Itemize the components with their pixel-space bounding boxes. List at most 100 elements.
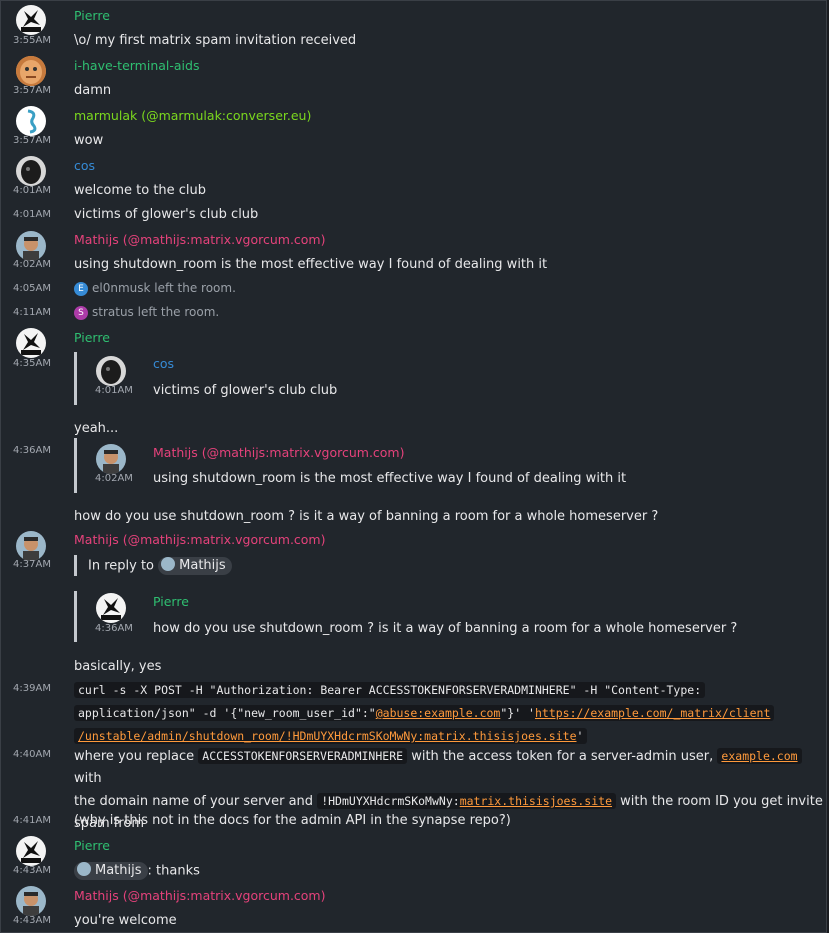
code-text: application/json" -d '{"new_room_user_id… [78,706,376,720]
user-pill-label: Mathijs [95,863,142,878]
in-reply-to-label: In reply to [88,558,155,574]
user-pill[interactable]: Mathijs [158,557,232,575]
sender-name[interactable]: cos [74,158,95,173]
inline-code: application/json" -d '{"new_room_user_id… [74,705,775,721]
body-line-1: where you replace ACCESSTOKENFORSERVERAD… [74,745,824,790]
timestamp[interactable]: 4:37AM [8,559,56,570]
timestamp[interactable]: 4:41AM [8,815,56,826]
cos-avatar[interactable] [96,356,126,386]
cos-avatar[interactable] [16,156,46,186]
code-line-2: application/json" -d '{"new_room_user_id… [74,702,814,725]
mathijs-pill-avatar [161,557,176,571]
sender-name[interactable]: Pierre [74,330,110,345]
mathijs-avatar[interactable] [16,531,46,561]
message-body: \o/ my first matrix spam invitation rece… [74,33,357,48]
marmulak-avatar[interactable] [16,106,46,136]
quote-bar [74,438,77,493]
message-body: welcome to the club [74,183,207,198]
inline-code: ACCESSTOKENFORSERVERADMINHERE [198,748,408,764]
code-text: "}' ' [500,706,535,720]
timestamp[interactable]: 4:43AM [8,915,56,926]
timestamp[interactable]: 4:01AM [8,185,56,196]
message-body: victims of glower's club club [74,207,259,222]
timestamp[interactable]: 4:35AM [8,358,56,369]
body-text: where you replace [74,749,195,764]
timestamp[interactable]: 4:05AM [8,283,56,294]
quoted-body: how do you use shutdown_room ? is it a w… [153,621,738,636]
user-pill-label: Mathijs [179,558,226,573]
body-text: : thanks [147,863,200,879]
quoted-timestamp[interactable]: 4:02AM [95,473,143,484]
code-link[interactable]: https://example.com/_matrix/client [535,706,770,720]
in-reply-to: In reply to Mathijs [88,557,232,575]
user-pill[interactable]: Mathijs [74,862,148,880]
sender-name[interactable]: Mathijs (@mathijs:matrix.vgorcum.com) [74,532,326,547]
terminal-avatar[interactable] [16,56,46,86]
mathijs-avatar[interactable] [16,231,46,261]
message-body: yeah... [74,421,119,436]
quoted-sender[interactable]: cos [153,356,174,371]
message-body: damn [74,83,112,98]
timestamp[interactable]: 4:36AM [8,445,56,456]
sender-name[interactable]: Mathijs (@mathijs:matrix.vgorcum.com) [74,888,326,903]
body-line-2: the domain name of your server and !HDmU… [74,790,824,813]
inline-code: /unstable/admin/shutdown_room/!HDmUYXHdc… [74,728,588,744]
timestamp[interactable]: 4:11AM [8,307,56,318]
sender-name[interactable]: Mathijs (@mathijs:matrix.vgorcum.com) [74,232,326,247]
timestamp[interactable]: 4:01AM [8,209,56,220]
body-text: the domain name of your server and [74,794,314,809]
sender-name[interactable]: Pierre [74,838,110,853]
timestamp[interactable]: 4:43AM [8,865,56,876]
body-text: with the room ID you get invite [620,794,823,809]
member-avatar[interactable]: S [74,306,88,320]
inline-code: example.com [717,748,802,764]
quoted-timestamp[interactable]: 4:36AM [95,623,143,634]
timestamp[interactable]: 3:57AM [8,135,56,146]
quoted-body: victims of glower's club club [153,383,338,398]
quoted-sender[interactable]: Pierre [153,594,189,609]
message-body: how do you use shutdown_room ? is it a w… [74,509,659,524]
pierre-avatar[interactable] [16,328,46,358]
mathijs-pill-avatar [77,862,91,876]
pierre-avatar[interactable] [96,593,126,623]
message-body: basically, yes [74,659,162,674]
quote-bar [74,555,77,576]
body-text: with [74,771,102,786]
state-event: el0nmusk left the room. [92,281,236,295]
message-body: Mathijs : thanks [74,862,200,880]
inline-code: !HDmUYXHdcrmSKoMwNy:matrix.thisisjoes.si… [317,793,617,809]
code-link[interactable]: /unstable/admin/shutdown_room/!HDmUYXHdc… [78,729,577,743]
timestamp[interactable]: 4:02AM [8,259,56,270]
member-avatar[interactable]: E [74,282,88,296]
code-text: ' [576,729,584,743]
quoted-sender[interactable]: Mathijs (@mathijs:matrix.vgorcum.com) [153,445,405,460]
quoted-timestamp[interactable]: 4:01AM [95,385,143,396]
message-body: using shutdown_room is the most effectiv… [74,257,548,272]
message-body: wow [74,133,104,148]
timestamp[interactable]: 3:57AM [8,85,56,96]
quote-bar [74,591,77,642]
mathijs-avatar[interactable] [16,886,46,916]
code-link[interactable]: example.com [721,749,797,763]
body-text: with the access token for a server-admin… [411,749,714,764]
pierre-avatar[interactable] [16,5,46,35]
code-text: !HDmUYXHdcrmSKoMwNy: [321,794,460,808]
sender-name[interactable]: marmulak (@marmulak:converser.eu) [74,108,311,123]
room-timeline[interactable]: Pierre 3:55AM \o/ my first matrix spam i… [0,0,827,933]
quoted-body: using shutdown_room is the most effectiv… [153,471,627,486]
timestamp[interactable]: 3:55AM [8,35,56,46]
sender-name[interactable]: i-have-terminal-aids [74,58,199,73]
state-event: stratus left the room. [92,305,220,319]
code-link[interactable]: matrix.thisisjoes.site [460,794,612,808]
timestamp[interactable]: 4:39AM [8,683,56,694]
message-body: (why is this not in the docs for the adm… [74,813,511,828]
message-body: you're welcome [74,913,177,928]
inline-code: curl -s -X POST -H "Authorization: Beare… [74,682,706,698]
timestamp[interactable]: 4:40AM [8,749,56,760]
code-line-1: curl -s -X POST -H "Authorization: Beare… [74,679,814,702]
sender-name[interactable]: Pierre [74,8,110,23]
code-message: curl -s -X POST -H "Authorization: Beare… [74,679,814,748]
pierre-avatar[interactable] [16,836,46,866]
code-link[interactable]: @abuse:example.com [376,706,501,720]
mathijs-avatar[interactable] [96,444,126,474]
